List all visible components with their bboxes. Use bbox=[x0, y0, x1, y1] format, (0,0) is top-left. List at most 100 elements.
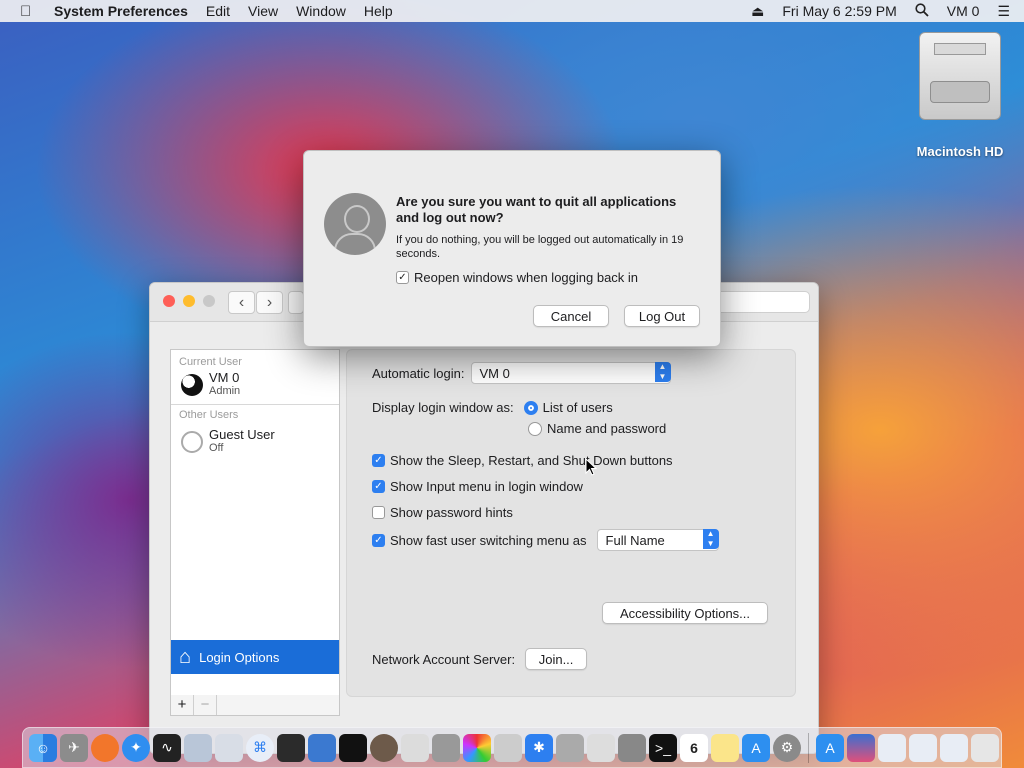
house-icon: ⌂ bbox=[179, 645, 192, 668]
show-all-grid-icon[interactable] bbox=[288, 291, 304, 314]
system-preferences-icon[interactable]: ⚙ bbox=[773, 733, 801, 762]
migration-assistant-icon[interactable] bbox=[308, 733, 336, 762]
documents-folder-icon[interactable] bbox=[878, 733, 906, 762]
user-list: Current User VM 0 Admin Other Users Gues… bbox=[170, 349, 340, 697]
system-information-icon[interactable] bbox=[618, 733, 646, 762]
fast-switching-label: Show fast user switching menu as bbox=[390, 532, 587, 548]
dialog-title: Are you sure you want to quit all applic… bbox=[396, 194, 677, 225]
midi-setup-icon[interactable] bbox=[339, 733, 367, 762]
menu-edit[interactable]: Edit bbox=[206, 3, 230, 19]
reopen-windows-checkbox[interactable]: ✓ bbox=[396, 271, 409, 284]
minimize-window-button[interactable] bbox=[183, 295, 195, 307]
menu-clock[interactable]: Fri May 6 2:59 PM bbox=[782, 3, 896, 19]
user-name: VM 0 bbox=[209, 370, 240, 385]
fast-switching-checkbox[interactable]: ✓ bbox=[372, 533, 385, 547]
eject-icon[interactable]: ⏏ bbox=[751, 3, 764, 20]
color-sync-icon[interactable] bbox=[463, 733, 491, 762]
forward-arrow-icon[interactable]: › bbox=[256, 291, 283, 314]
current-user-header: Current User bbox=[179, 356, 242, 368]
other-users-header: Other Users bbox=[179, 409, 239, 421]
desktop-folder-icon[interactable] bbox=[847, 733, 875, 762]
menu-help[interactable]: Help bbox=[364, 3, 393, 19]
logout-dialog: Are you sure you want to quit all applic… bbox=[303, 150, 721, 347]
users-groups-window: ‹ › Current User VM 0 Admin Other Users … bbox=[149, 282, 819, 754]
safari-icon[interactable]: ✦ bbox=[122, 733, 150, 762]
user-silhouette-icon bbox=[324, 193, 386, 255]
accessibility-options-button[interactable]: Accessibility Options... bbox=[602, 602, 768, 624]
finder-icon[interactable]: ☺ bbox=[29, 733, 57, 762]
grapher-icon[interactable] bbox=[587, 733, 615, 762]
input-menu-checkbox[interactable]: ✓ bbox=[372, 480, 385, 493]
list-toolbar: + − bbox=[170, 695, 340, 716]
login-options-item[interactable]: ⌂ Login Options bbox=[171, 640, 339, 674]
close-window-button[interactable] bbox=[163, 295, 175, 307]
radio-list-of-users[interactable] bbox=[523, 400, 538, 415]
add-user-button[interactable]: + bbox=[171, 695, 194, 715]
notes-icon[interactable] bbox=[711, 733, 739, 762]
login-options-panel: Automatic login: VM 0 ▲ ▼ Display login w… bbox=[346, 349, 796, 697]
control-center-icon[interactable]: ☰ bbox=[997, 3, 1010, 20]
menu-user-name[interactable]: VM 0 bbox=[947, 3, 980, 19]
downloads-folder-icon[interactable] bbox=[909, 733, 937, 762]
utilities-icon[interactable] bbox=[184, 733, 212, 762]
user-role: Off bbox=[209, 442, 224, 454]
menu-app-name[interactable]: System Preferences bbox=[54, 3, 188, 19]
chevron-updown-icon: ▲ ▼ bbox=[654, 362, 671, 382]
firefox-icon[interactable] bbox=[91, 733, 119, 762]
network-account-label: Network Account Server: bbox=[372, 651, 516, 667]
fast-switching-popup[interactable]: Full Name ▲ ▼ bbox=[596, 529, 719, 551]
user-item-guest[interactable]: Guest User Off bbox=[171, 425, 339, 461]
user-role: Admin bbox=[209, 385, 241, 397]
wifi-icon[interactable]: ⌘ bbox=[246, 733, 274, 762]
password-hints-checkbox[interactable] bbox=[372, 506, 385, 519]
log-out-button[interactable]: Log Out bbox=[624, 305, 700, 327]
sleep-restart-label: Show the Sleep, Restart, and Shut Down b… bbox=[390, 453, 673, 468]
hard-drive-icon bbox=[919, 32, 1001, 120]
sleep-restart-checkbox[interactable]: ✓ bbox=[372, 454, 385, 467]
activity-monitor-icon[interactable]: ∿ bbox=[153, 733, 181, 762]
spotlight-search-icon[interactable] bbox=[915, 2, 929, 20]
radio-name-label: Name and password bbox=[547, 421, 667, 436]
automatic-login-popup[interactable]: VM 0 ▲ ▼ bbox=[470, 362, 671, 384]
menu-window[interactable]: Window bbox=[296, 3, 346, 19]
applications-folder-icon[interactable]: A bbox=[816, 733, 844, 762]
boot-camp-icon[interactable] bbox=[494, 733, 522, 762]
voiceover-icon[interactable] bbox=[556, 733, 584, 762]
input-menu-label: Show Input menu in login window bbox=[390, 479, 583, 494]
fast-switching-value: Full Name bbox=[605, 532, 665, 548]
dialog-info: If you do nothing, you will be logged ou… bbox=[396, 234, 684, 260]
chevron-updown-icon: ▲ ▼ bbox=[702, 529, 719, 549]
cancel-button[interactable]: Cancel bbox=[533, 305, 609, 327]
launchpad-icon[interactable]: ✈ bbox=[60, 733, 88, 762]
join-button[interactable]: Join... bbox=[525, 648, 588, 670]
menu-bar:  System Preferences Edit View Window He… bbox=[0, 0, 1024, 22]
disk-utility-icon[interactable] bbox=[432, 733, 460, 762]
apple-menu-icon[interactable]:  bbox=[20, 3, 40, 20]
recent-files-icon[interactable] bbox=[940, 733, 968, 762]
login-options-label: Login Options bbox=[199, 649, 280, 665]
drive-label: Macintosh HD bbox=[916, 144, 1004, 159]
macintosh-hd-desktop-item[interactable]: Macintosh HD bbox=[912, 32, 1008, 159]
reopen-windows-label: Reopen windows when logging back in bbox=[414, 270, 639, 285]
yin-yang-avatar-icon bbox=[181, 374, 203, 396]
automatic-login-label: Automatic login: bbox=[372, 365, 465, 381]
screenshot-icon[interactable] bbox=[401, 733, 429, 762]
bluetooth-icon[interactable]: ✱ bbox=[525, 733, 553, 762]
calendar-icon[interactable]: 6 bbox=[680, 733, 708, 762]
user-item-vm0[interactable]: VM 0 Admin bbox=[171, 368, 339, 404]
password-hints-label: Show password hints bbox=[390, 505, 513, 520]
dock: ☺ ✈ ✦ ∿ ⌘ ✱ >_ 6 A ⚙ A bbox=[22, 727, 1002, 768]
radio-name-and-password[interactable] bbox=[528, 421, 542, 436]
trash-icon[interactable] bbox=[971, 733, 999, 762]
console-icon[interactable] bbox=[277, 733, 305, 762]
keychain-icon[interactable] bbox=[215, 733, 243, 762]
app-store-icon[interactable]: A bbox=[742, 733, 770, 762]
back-arrow-icon[interactable]: ‹ bbox=[228, 291, 255, 314]
menu-view[interactable]: View bbox=[248, 3, 278, 19]
guest-avatar-icon bbox=[181, 431, 203, 453]
terminal-icon[interactable]: >_ bbox=[649, 733, 677, 762]
display-login-label: Display login window as: bbox=[372, 400, 514, 415]
remove-user-button[interactable]: − bbox=[194, 695, 217, 715]
script-editor-icon[interactable] bbox=[370, 733, 398, 762]
zoom-window-button[interactable] bbox=[203, 295, 215, 307]
